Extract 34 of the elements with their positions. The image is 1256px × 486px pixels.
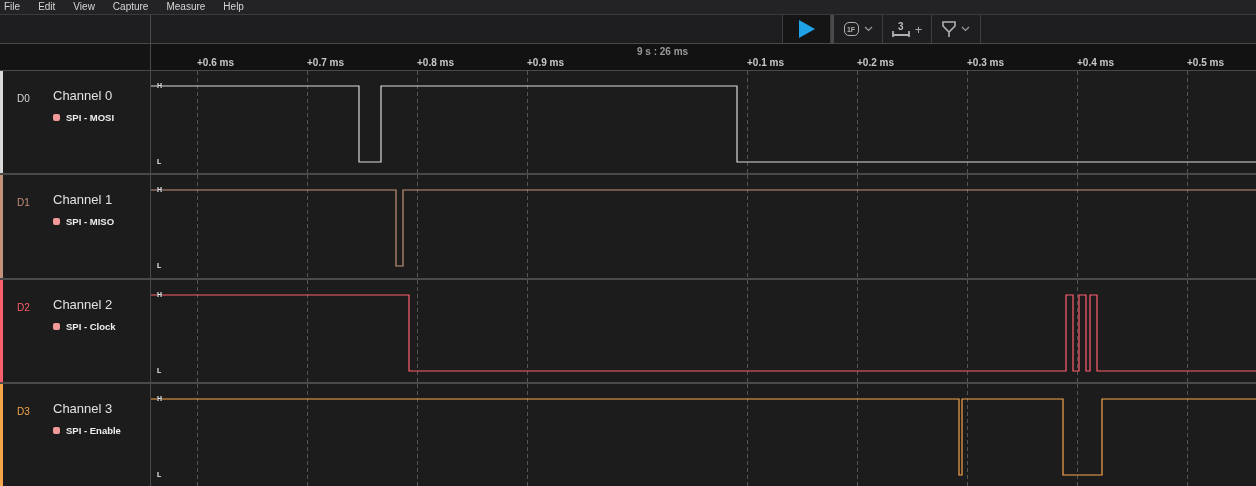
tick-label: +0.4 ms [1077,57,1114,68]
channel-id: D3 [17,405,31,417]
channel-id: D1 [17,197,31,209]
tick-label: +0.5 ms [1187,57,1224,68]
analyzer-label: SPI - MOSI [66,112,115,123]
funnel-icon [942,20,956,38]
menu-item[interactable]: View [73,1,95,13]
channel-name: Channel 2 [53,296,114,312]
analyzer-label: SPI - MISO [66,216,115,228]
play-button[interactable] [782,15,831,43]
time-origin-label: 9 s : 26 ms [637,46,689,57]
menu-item[interactable]: Edit [38,1,56,13]
menu-item[interactable]: File [4,1,21,13]
menu-item[interactable]: Capture [112,1,149,13]
tick-label: +0.8 ms [417,57,454,68]
tick-label: +0.9 ms [527,57,564,68]
tick-label: +0.1 ms [747,57,784,68]
play-icon [798,20,815,38]
caret-icon [863,26,873,32]
tick-label: +0.2 ms [857,57,894,68]
analyzer-label: SPI - Clock [66,320,116,332]
channel-id: D2 [17,301,31,313]
channel-name: Channel 3 [53,400,114,416]
caret-icon [961,26,970,32]
channel-name: Channel 0 [53,88,114,103]
channel-name: Channel 1 [53,192,114,208]
menu-item[interactable]: Measure [166,1,206,13]
bracket-icon [891,30,910,37]
menu-item[interactable]: Help [223,1,244,13]
tick-label: +0.3 ms [967,57,1004,68]
tick-label: +0.7 ms [307,57,344,68]
analyzer-label: SPI - Enable [66,424,121,436]
channel-id: D0 [17,93,31,104]
tick-label: +0.6 ms [197,57,234,68]
